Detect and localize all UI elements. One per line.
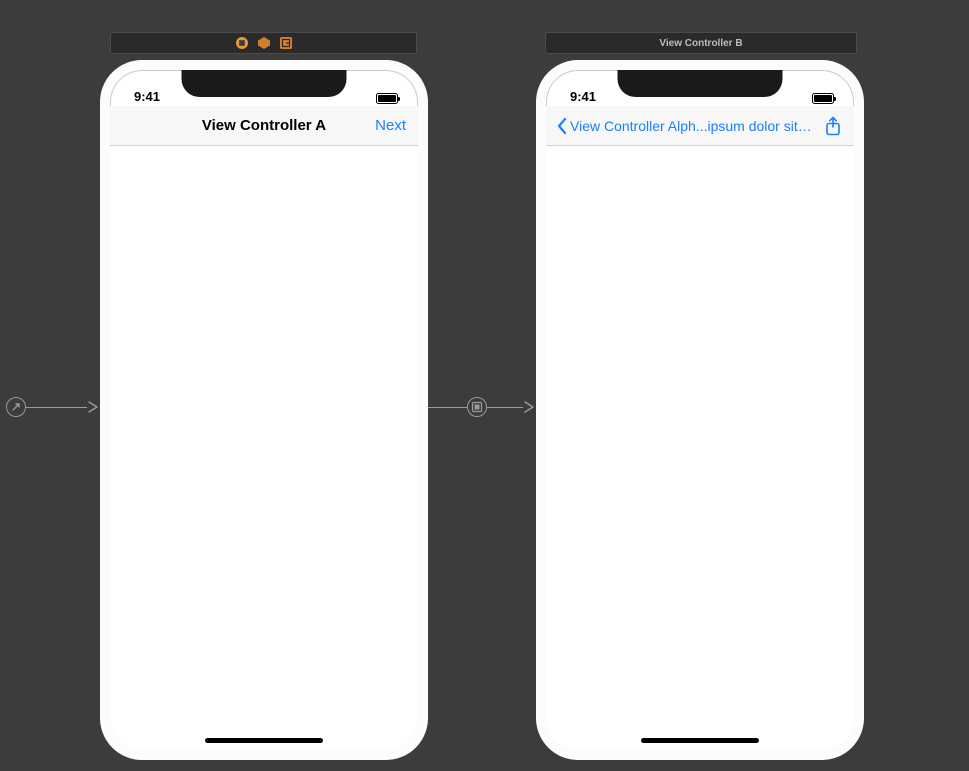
navigation-bar-a: View Controller A Next: [110, 106, 418, 146]
segue-line: [26, 407, 87, 408]
share-button[interactable]: [822, 115, 844, 137]
first-responder-icon: [257, 36, 271, 50]
home-indicator: [641, 738, 759, 743]
content-area-a: [110, 146, 418, 750]
status-right: [812, 93, 834, 104]
back-button[interactable]: View Controller Alph...ipsum dolor sit a…: [556, 117, 812, 135]
back-button-label: View Controller Alph...ipsum dolor sit a…: [570, 118, 812, 134]
scene-header-b-label: View Controller B: [659, 38, 742, 49]
storyboard-scene-icon: [235, 36, 249, 50]
status-time: 9:41: [570, 89, 596, 104]
notch: [182, 69, 347, 97]
chevron-left-icon: [556, 117, 568, 135]
segue-line: [427, 407, 467, 408]
notch: [618, 69, 783, 97]
navigation-bar-b: View Controller Alph...ipsum dolor sit a…: [546, 106, 854, 146]
battery-icon: [812, 93, 834, 104]
storyboard-entry-point-segue[interactable]: [6, 397, 101, 417]
storyboard-show-segue[interactable]: [427, 397, 537, 417]
status-right: [376, 93, 398, 104]
content-area-b: [546, 146, 854, 750]
segue-line: [487, 407, 523, 408]
nav-title: View Controller A: [202, 117, 326, 134]
share-icon: [824, 116, 842, 136]
exit-icon: [279, 36, 293, 50]
status-time: 9:41: [134, 89, 160, 104]
scene-header-b[interactable]: View Controller B: [545, 32, 857, 54]
arrowhead-icon: [523, 400, 537, 414]
iphone-mockup-b: 9:41 View Controller Alph...ipsum dolor …: [536, 60, 864, 760]
show-segue-icon: [467, 397, 487, 417]
iphone-mockup-a: 9:41 View Controller A Next: [100, 60, 428, 760]
arrowhead-icon: [87, 400, 101, 414]
entry-point-icon: [6, 397, 26, 417]
battery-icon: [376, 93, 398, 104]
home-indicator: [205, 738, 323, 743]
next-button[interactable]: Next: [375, 117, 406, 134]
scene-header-a[interactable]: [110, 32, 417, 54]
